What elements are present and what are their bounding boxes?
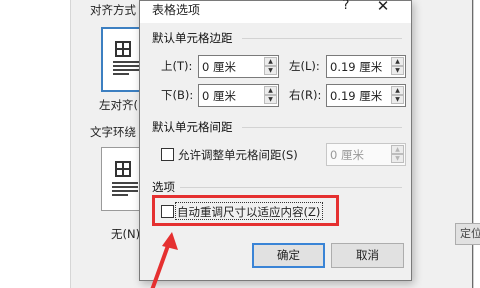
bottom-margin-value: 0 厘米: [202, 89, 236, 103]
top-margin-label: 上(T):: [161, 59, 193, 73]
spin-up-icon[interactable]: ▲: [264, 57, 277, 66]
left-margin-value: 0.19 厘米: [330, 60, 383, 74]
close-button[interactable]: ✕: [372, 0, 394, 17]
top-margin-arrows[interactable]: ▲ ▼: [264, 57, 277, 76]
right-margin-spinner[interactable]: 0.19 厘米 ▲ ▼: [326, 84, 406, 107]
spacing-value: 0 厘米: [330, 148, 364, 162]
section-divider: [242, 127, 402, 128]
spin-down-icon[interactable]: ▼: [264, 95, 277, 104]
help-button[interactable]: ?: [337, 0, 355, 16]
title-bar: 表格选项 ? ✕: [140, 0, 411, 23]
section-divider: [242, 38, 402, 39]
top-margin-spinner[interactable]: 0 厘米 ▲ ▼: [198, 55, 279, 78]
parent-left-panel: [0, 0, 70, 288]
position-button[interactable]: 定位(P)...: [455, 223, 480, 245]
allow-spacing-checkbox[interactable]: [161, 148, 174, 161]
bottom-margin-label: 下(B):: [161, 88, 194, 102]
spin-up-icon[interactable]: ▲: [264, 86, 277, 95]
spin-down-icon[interactable]: ▼: [391, 66, 404, 75]
spin-up-icon[interactable]: ▲: [391, 145, 404, 154]
top-margin-value: 0 厘米: [202, 60, 236, 74]
left-margin-label: 左(L):: [289, 59, 320, 73]
allow-spacing-label: 允许调整单元格间距(S): [178, 148, 298, 162]
cancel-button[interactable]: 取消: [331, 243, 404, 268]
bottom-margin-arrows[interactable]: ▲ ▼: [264, 86, 277, 105]
right-margin-arrows[interactable]: ▲ ▼: [391, 86, 404, 105]
right-margin-value: 0.19 厘米: [330, 89, 383, 103]
wrap-none-label: 无(N): [111, 227, 141, 241]
right-margin-label: 右(R):: [289, 88, 322, 102]
bottom-margin-spinner[interactable]: 0 厘米 ▲ ▼: [198, 84, 279, 107]
section-divider: [180, 187, 402, 188]
alignment-section-label: 对齐方式: [90, 3, 136, 17]
spacing-spinner[interactable]: 0 厘米 ▲ ▼: [326, 143, 406, 166]
spacing-arrows[interactable]: ▲ ▼: [391, 145, 404, 164]
options-section-label: 选项: [152, 180, 175, 194]
table-icon: [115, 41, 131, 57]
table-icon: [115, 161, 131, 177]
spin-down-icon[interactable]: ▼: [264, 66, 277, 75]
ok-button[interactable]: 确定: [252, 243, 325, 268]
wrap-section-label: 文字环绕: [90, 125, 136, 139]
spin-down-icon[interactable]: ▼: [391, 95, 404, 104]
left-margin-spinner[interactable]: 0.19 厘米 ▲ ▼: [326, 55, 406, 78]
text-lines-icon: [112, 182, 138, 198]
cell-spacing-section-label: 默认单元格间距: [152, 120, 233, 134]
annotation-highlight-box: [152, 195, 339, 226]
parent-divider: [70, 0, 71, 288]
dialog-title: 表格选项: [152, 3, 201, 17]
annotation-arrow-icon: [150, 232, 178, 288]
spin-up-icon[interactable]: ▲: [391, 86, 404, 95]
spin-down-icon[interactable]: ▼: [391, 154, 404, 163]
left-margin-arrows[interactable]: ▲ ▼: [391, 57, 404, 76]
spin-up-icon[interactable]: ▲: [391, 57, 404, 66]
text-lines-icon: [113, 61, 139, 77]
cell-margins-section-label: 默认单元格边距: [152, 31, 233, 45]
